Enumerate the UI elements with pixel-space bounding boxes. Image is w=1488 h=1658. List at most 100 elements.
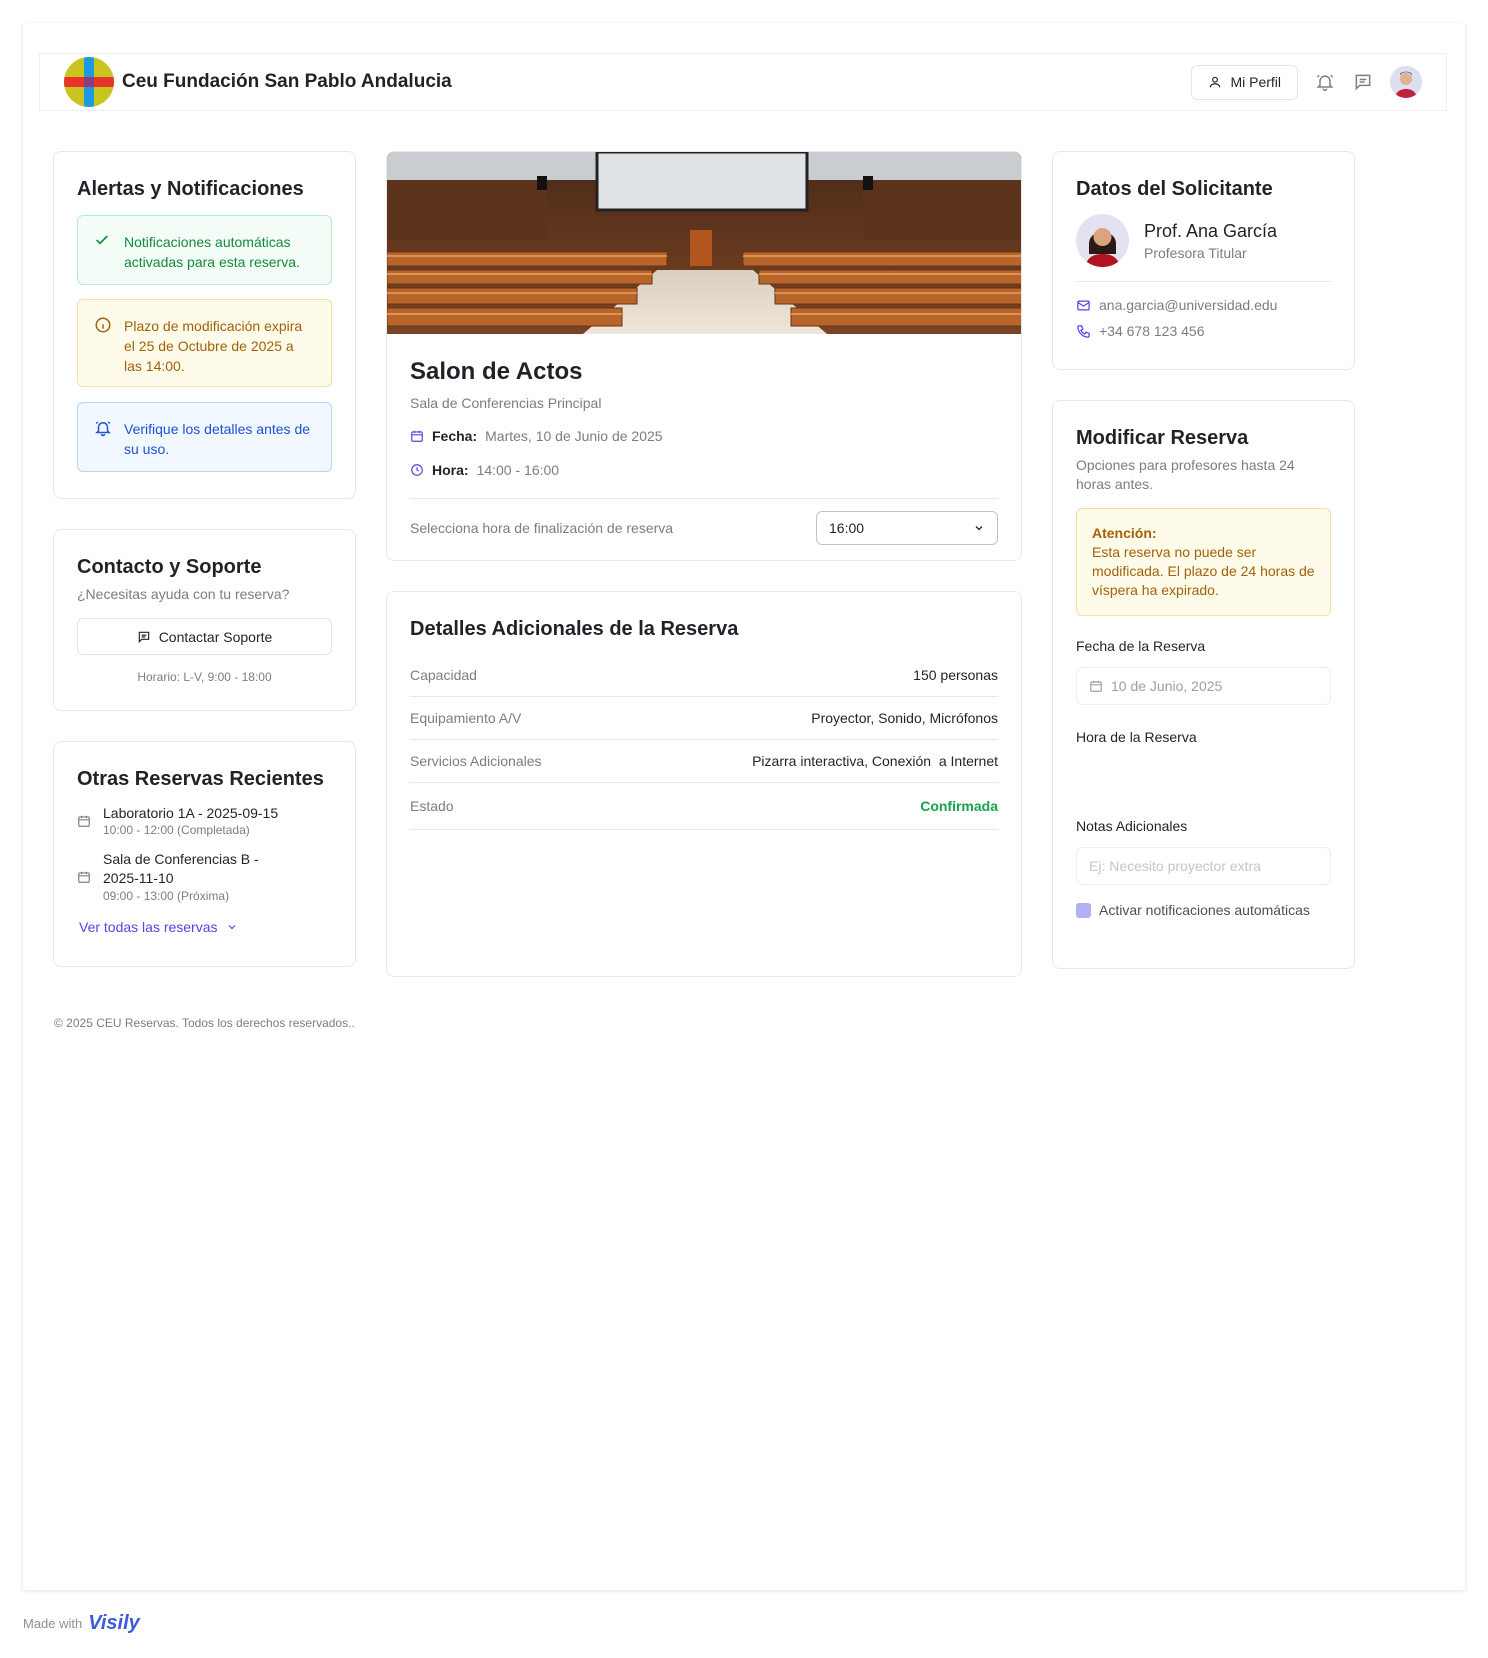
made-with-badge[interactable]: Made with Visily <box>23 1612 140 1635</box>
phone-icon <box>1076 324 1091 339</box>
reservation-date-label: Fecha de la Reserva <box>1076 638 1206 654</box>
modify-warning-text: Esta reserva no puede ser modificada. El… <box>1092 544 1315 598</box>
status-badge: Confirmada <box>920 798 998 814</box>
table-row: Servicios Adicionales Pizarra interactiv… <box>410 740 998 783</box>
recent-item-time: 10:00 - 12:00 (Completada) <box>103 823 250 837</box>
bell-icon <box>94 419 112 437</box>
modify-warning: Atención: Esta reserva no puede ser modi… <box>1076 508 1331 616</box>
view-all-label: Ver todas las reservas <box>79 919 218 935</box>
notes-input[interactable]: Ej: Necesito proyector extra <box>1076 847 1331 885</box>
list-item[interactable]: Laboratorio 1A - 2025-09-15 10:00 - 12:0… <box>77 805 332 837</box>
detail-key: Equipamiento A/V <box>410 710 522 726</box>
room-name: Salon de Actos <box>410 358 583 385</box>
notify-checkbox[interactable] <box>1076 902 1091 918</box>
modify-warning-title: Atención: <box>1092 525 1157 541</box>
notes-label: Notas Adicionales <box>1076 818 1188 834</box>
notify-checkbox-row[interactable]: Activar notificaciones automáticas <box>1076 902 1331 918</box>
table-row: Equipamiento A/V Proyector, Sonido, Micr… <box>410 697 998 740</box>
applicant-name: Prof. Ana García <box>1144 220 1278 241</box>
brand-name: Ceu Fundación San Pablo Andalucia <box>122 71 452 92</box>
made-with-label: Made with <box>23 1616 83 1631</box>
room-date-value: Martes, 10 de Junio de 2025 <box>485 428 663 444</box>
message-icon[interactable] <box>1352 71 1374 93</box>
detail-value: 150 personas <box>913 667 998 683</box>
detail-key: Capacidad <box>410 667 477 683</box>
applicant-card: Datos del Solicitante Prof. Ana García P… <box>1052 151 1355 370</box>
end-time-label: Selecciona hora de finalización de reser… <box>410 520 674 536</box>
support-card: Contacto y Soporte ¿Necesitas ayuda con … <box>53 529 356 711</box>
visily-logo: Visily <box>88 1612 140 1634</box>
details-title: Detalles Adicionales de la Reserva <box>410 618 739 640</box>
view-all-bookings-link[interactable]: Ver todas las reservas <box>79 919 332 935</box>
room-photo <box>387 152 1021 334</box>
applicant-phone[interactable]: +34 678 123 456 <box>1076 323 1331 339</box>
top-header: Ceu Fundación San Pablo Andalucia Mi Per… <box>39 53 1447 111</box>
info-circle-icon <box>94 316 112 334</box>
detail-value: Proyector, Sonido, Micrófonos <box>811 710 998 726</box>
footer-copyright: © 2025 CEU Reservas. Todos los derechos … <box>54 1016 355 1030</box>
reservation-date-value: 10 de Junio, 2025 <box>1111 678 1223 694</box>
room-subtitle: Sala de Conferencias Principal <box>410 395 602 411</box>
support-title: Contacto y Soporte <box>77 556 262 578</box>
list-item[interactable]: Sala de Conferencias B - 2025-11-10 09:0… <box>77 850 332 903</box>
support-hours: Horario: L-V, 9:00 - 18:00 <box>137 670 272 684</box>
recent-item-name: Sala de Conferencias B - 2025-11-10 <box>103 851 259 886</box>
alert-auto-notifications: Notificaciones automáticas activadas par… <box>77 215 332 285</box>
check-icon <box>94 232 110 248</box>
room-date: Fecha: Martes, 10 de Junio de 2025 <box>410 428 998 444</box>
mail-icon <box>1076 298 1091 313</box>
detail-key: Servicios Adicionales <box>410 753 542 769</box>
contact-support-button[interactable]: Contactar Soporte <box>77 618 332 655</box>
room-time-label: Hora: <box>432 462 469 478</box>
notes-placeholder: Ej: Necesito proyector extra <box>1089 858 1261 874</box>
detail-value: Pizarra interactiva, Conexión a Internet <box>752 753 998 769</box>
modify-subtitle: Opciones para profesores hasta 24 horas … <box>1076 457 1295 492</box>
reservation-date-field[interactable]: 10 de Junio, 2025 <box>1076 667 1331 705</box>
message-icon <box>137 630 151 644</box>
modify-card: Modificar Reserva Opciones para profesor… <box>1052 400 1355 969</box>
recent-title: Otras Reservas Recientes <box>77 768 324 790</box>
table-row: Capacidad 150 personas <box>410 654 998 697</box>
clock-icon <box>410 463 424 477</box>
alert-verify: Verifique los detalles antes de su uso. <box>77 402 332 472</box>
calendar-icon <box>1089 679 1103 693</box>
app-frame: Ceu Fundación San Pablo Andalucia Mi Per… <box>23 23 1465 1590</box>
applicant-email-value: ana.garcia@universidad.edu <box>1099 297 1278 313</box>
my-profile-button[interactable]: Mi Perfil <box>1191 64 1298 100</box>
calendar-icon <box>77 870 91 884</box>
end-time-select[interactable]: 16:00 <box>816 511 998 545</box>
alerts-card: Alertas y Notificaciones Notificaciones … <box>53 151 356 499</box>
end-time-value: 16:00 <box>829 520 865 536</box>
my-profile-label: Mi Perfil <box>1230 74 1281 90</box>
applicant-title: Datos del Solicitante <box>1076 178 1273 200</box>
contact-support-label: Contactar Soporte <box>158 628 273 645</box>
brand-logo[interactable] <box>64 57 114 107</box>
room-time-value: 14:00 - 16:00 <box>476 462 560 478</box>
applicant-email[interactable]: ana.garcia@universidad.edu <box>1076 297 1331 313</box>
modify-title: Modificar Reserva <box>1076 427 1249 449</box>
recent-bookings-card: Otras Reservas Recientes Laboratorio 1A … <box>53 741 356 967</box>
room-card: Salon de Actos Sala de Conferencias Prin… <box>386 151 1022 561</box>
chevron-down-icon <box>973 522 985 534</box>
notify-label: Activar notificaciones automáticas <box>1099 902 1310 918</box>
alert-deadline-text: Plazo de modificación expira el 25 de Oc… <box>124 318 303 374</box>
recent-item-time: 09:00 - 13:00 (Próxima) <box>103 889 230 903</box>
applicant-role: Profesora Titular <box>1144 244 1247 261</box>
user-avatar[interactable] <box>1390 66 1422 98</box>
detail-key: Estado <box>410 798 454 814</box>
details-card: Detalles Adicionales de la Reserva Capac… <box>386 591 1022 977</box>
alert-auto-notifications-text: Notificaciones automáticas activadas par… <box>124 234 300 270</box>
alert-verify-text: Verifique los detalles antes de su uso. <box>124 421 311 457</box>
alert-deadline: Plazo de modificación expira el 25 de Oc… <box>77 299 332 387</box>
bell-icon[interactable] <box>1314 71 1336 93</box>
reservation-hour-label: Hora de la Reserva <box>1076 729 1197 745</box>
recent-item-name: Laboratorio 1A - 2025-09-15 <box>103 805 279 821</box>
chevron-down-icon <box>226 921 238 933</box>
user-icon <box>1208 75 1222 89</box>
calendar-icon <box>77 814 91 828</box>
room-time: Hora: 14:00 - 16:00 <box>410 462 998 478</box>
table-row: Estado Confirmada <box>410 783 998 830</box>
support-subtitle: ¿Necesitas ayuda con tu reserva? <box>77 586 290 602</box>
applicant-phone-value: +34 678 123 456 <box>1099 323 1205 339</box>
alerts-title: Alertas y Notificaciones <box>77 178 304 200</box>
